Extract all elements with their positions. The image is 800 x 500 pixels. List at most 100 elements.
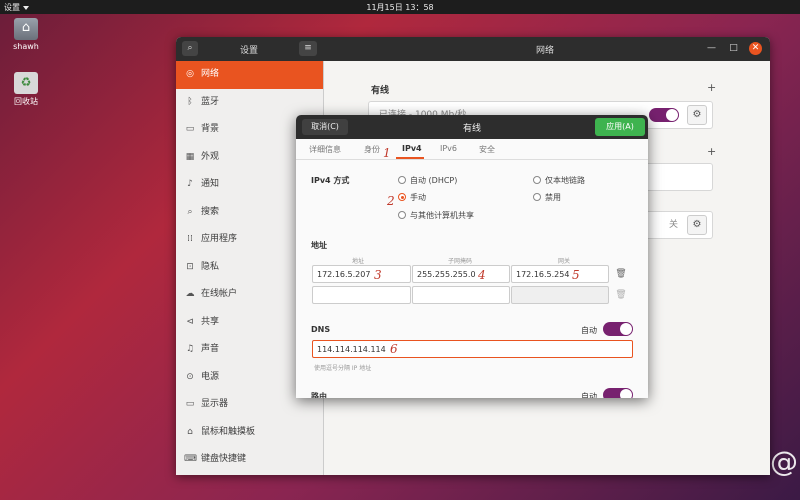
search-icon: ⌕ bbox=[187, 43, 193, 53]
radio-manual-label: 手动 bbox=[410, 193, 426, 202]
trash-label: 回收站 bbox=[14, 97, 38, 106]
gear-icon: ⚙ bbox=[692, 219, 702, 230]
home-folder-label: shawh bbox=[13, 42, 39, 51]
routes-section-title: 路由 bbox=[311, 392, 327, 398]
power-icon: ⊙ bbox=[186, 371, 194, 382]
routes-auto-label: 自动 bbox=[581, 392, 597, 398]
gear-icon: ⚙ bbox=[692, 109, 702, 120]
settings-title: 设置 bbox=[240, 46, 259, 56]
annotation-4: 4 bbox=[478, 268, 486, 282]
apps-icon: ⁞⁞ bbox=[187, 234, 193, 244]
trash-icon: 🗑 bbox=[615, 290, 627, 300]
desktop-trash[interactable]: 回收站 bbox=[6, 72, 46, 107]
sidebar-item-label: 声音 bbox=[201, 344, 220, 354]
gateway-input-empty[interactable] bbox=[511, 286, 609, 304]
gateway-input[interactable]: 172.16.5.254 bbox=[511, 265, 609, 283]
dialog-header: 取消(C) 有线 应用(A) bbox=[296, 115, 648, 139]
window-header: ⌕ 设置 ≡ 网络 — □ ✕ bbox=[176, 37, 770, 61]
sidebar-item-14[interactable]: ⌨ 键盘快捷键 bbox=[176, 446, 323, 474]
sidebar-item-label: 搜索 bbox=[201, 206, 220, 217]
tab-details[interactable]: 详细信息 bbox=[309, 144, 341, 155]
radio-indicator bbox=[398, 193, 406, 201]
sidebar-item-label: 键盘快捷键 bbox=[201, 454, 247, 464]
dialog-tabs: 详细信息 身份 IPv4 IPv6 安全 bbox=[296, 139, 648, 160]
tab-ipv4[interactable]: IPv4 bbox=[402, 144, 422, 153]
delete-address-button[interactable]: 🗑 bbox=[613, 266, 629, 282]
radio-disabled[interactable]: 禁用 bbox=[533, 192, 561, 203]
top-bar: 设置 11月15日 13：58 bbox=[0, 0, 800, 14]
proxy-settings-button[interactable]: ⚙ bbox=[687, 215, 707, 235]
sidebar-item-label: 在线帐户 bbox=[201, 289, 238, 299]
tab-security[interactable]: 安全 bbox=[479, 144, 495, 155]
col-header-address: 地址 bbox=[352, 258, 365, 265]
radio-link-local[interactable]: 仅本地链路 bbox=[533, 175, 585, 186]
bell-icon: ♪ bbox=[187, 179, 193, 189]
radio-indicator bbox=[533, 176, 541, 184]
wired-settings-button[interactable]: ⚙ bbox=[687, 105, 707, 125]
address-input[interactable]: 172.16.5.207 bbox=[312, 265, 411, 283]
search-button[interactable]: ⌕ bbox=[182, 41, 198, 56]
netmask-input[interactable]: 255.255.255.0 bbox=[412, 265, 510, 283]
clock[interactable]: 11月15日 13：58 bbox=[0, 2, 800, 13]
add-vpn-button[interactable]: + bbox=[707, 145, 716, 158]
ipv4-method-label: IPv4 方式 bbox=[311, 176, 350, 185]
sidebar-item-label: 应用程序 bbox=[201, 234, 238, 244]
sidebar-item-label: 蓝牙 bbox=[201, 96, 220, 107]
sidebar-item-label: 外观 bbox=[201, 151, 220, 162]
tab-identity[interactable]: 身份 bbox=[364, 144, 380, 155]
sidebar-item-label: 背景 bbox=[201, 124, 220, 134]
maximize-button[interactable]: □ bbox=[727, 42, 740, 55]
proxy-status: 关 bbox=[669, 220, 679, 230]
add-wired-button[interactable]: + bbox=[707, 81, 716, 94]
address-section-title: 地址 bbox=[311, 241, 327, 250]
sidebar-item-label: 鼠标和触摸板 bbox=[201, 426, 256, 437]
desktop-home-folder[interactable]: shawh bbox=[6, 18, 46, 51]
radio-indicator bbox=[533, 193, 541, 201]
cloud-icon: ☁ bbox=[185, 289, 195, 299]
monitor-icon: ▭ bbox=[185, 124, 195, 134]
netmask-input-empty[interactable] bbox=[412, 286, 510, 304]
delete-address-button-disabled[interactable]: 🗑 bbox=[613, 287, 629, 303]
active-tab-indicator bbox=[396, 157, 424, 159]
sidebar-item-label: 显示器 bbox=[201, 399, 229, 409]
home-folder-icon bbox=[14, 18, 38, 40]
dns-auto-label: 自动 bbox=[581, 326, 597, 335]
col-header-netmask: 子网掩码 bbox=[448, 258, 473, 265]
minimize-button[interactable]: — bbox=[705, 42, 718, 55]
hamburger-menu-button[interactable]: ≡ bbox=[299, 41, 317, 56]
trash-icon: 🗑 bbox=[615, 269, 627, 279]
sidebar-item-13[interactable]: ⌂ 鼠标和触摸板 bbox=[176, 419, 323, 447]
wired-toggle[interactable] bbox=[649, 108, 679, 122]
display-icon: ▭ bbox=[185, 399, 195, 409]
routes-auto-toggle[interactable] bbox=[603, 388, 633, 398]
radio-manual[interactable]: 手动 bbox=[398, 192, 426, 203]
tab-ipv6[interactable]: IPv6 bbox=[440, 144, 457, 153]
annotation-2: 2 bbox=[387, 194, 395, 208]
apply-button[interactable]: 应用(A) bbox=[595, 118, 645, 136]
radio-shared[interactable]: 与其他计算机共享 bbox=[398, 210, 474, 221]
close-button[interactable]: ✕ bbox=[749, 42, 762, 55]
wired-dialog: 取消(C) 有线 应用(A) 详细信息 身份 IPv4 IPv6 安全 IPv4… bbox=[296, 115, 648, 398]
radio-link-local-label: 仅本地链路 bbox=[545, 176, 585, 185]
radio-shared-label: 与其他计算机共享 bbox=[410, 211, 474, 220]
appearance-icon: ▦ bbox=[185, 151, 195, 162]
dns-auto-toggle[interactable] bbox=[603, 322, 633, 336]
radio-dhcp-label: 自动 (DHCP) bbox=[410, 176, 458, 185]
sidebar-item-label: 共享 bbox=[201, 316, 220, 327]
dns-input[interactable]: 114.114.114.114 bbox=[312, 340, 633, 358]
panel-title: 网络 bbox=[536, 46, 555, 56]
annotation-3: 3 bbox=[374, 268, 382, 282]
address-input-empty[interactable] bbox=[312, 286, 411, 304]
annotation-6: 6 bbox=[390, 342, 398, 356]
mouse-icon: ⌂ bbox=[187, 426, 193, 437]
radio-indicator bbox=[398, 176, 406, 184]
sidebar-item-0[interactable]: ◎ 网络 bbox=[176, 61, 323, 89]
keyboard-icon: ⌨ bbox=[184, 454, 197, 464]
dns-section-title: DNS bbox=[311, 325, 331, 334]
sidebar-item-1[interactable]: ᛒ 蓝牙 bbox=[176, 89, 323, 117]
radio-dhcp[interactable]: 自动 (DHCP) bbox=[398, 175, 457, 186]
sidebar-item-label: 电源 bbox=[201, 371, 220, 382]
annotation-5: 5 bbox=[572, 268, 580, 282]
search-icon: ⌕ bbox=[187, 206, 193, 217]
sidebar-item-label: 通知 bbox=[201, 179, 220, 189]
